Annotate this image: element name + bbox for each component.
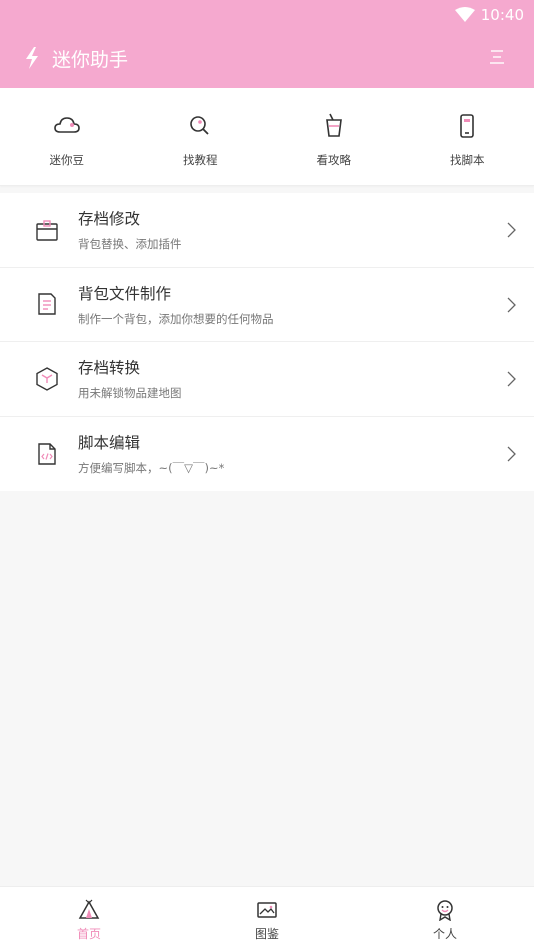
shortcut-guides[interactable]: 看攻略 [267,88,401,185]
list-item-subtitle: 背包替换、添加插件 [78,237,182,252]
list-item-text: 脚本编辑 方便编写脚本，~(￣▽￣)~* [78,431,224,476]
list-item-title: 存档修改 [78,210,141,229]
tent-icon [78,899,100,919]
shortcut-scripts[interactable]: 找脚本 [401,88,534,185]
list-item-save-edit[interactable]: 存档修改 背包替换、添加插件 [0,193,534,268]
chevron-right-icon [507,371,516,387]
title-row: 迷你助手 [24,44,128,72]
tab-label: 首页 [76,927,101,941]
chevron-right-icon [507,297,516,312]
bolt-icon [26,47,38,69]
list-item-save-convert[interactable]: 存档转换 用未解锁物品建地图 [0,342,534,417]
document-icon [38,293,56,315]
shortcut-bar: 迷你豆 找教程 看攻略 找脚本 [0,88,534,186]
shortcut-label: 找脚本 [450,153,485,167]
cloud-icon [53,117,80,133]
chevron-right-icon [507,446,516,461]
phone-icon [460,114,475,138]
tab-label: 图鉴 [254,927,279,941]
list-item-text: 存档转换 用未解锁物品建地图 [78,356,182,401]
wifi-icon [454,7,475,22]
status-bar: 10:40 [454,5,524,25]
search-icon [190,116,209,135]
list-item-text: 存档修改 背包替换、添加插件 [78,207,182,252]
bottom-tab-bar: 首页 图鉴 个人 [0,886,534,949]
list-item-backpack-file[interactable]: 背包文件制作 制作一个背包，添加你想要的任何物品 [0,268,534,342]
menu-icon[interactable] [488,48,506,66]
app-header: 10:40 迷你助手 [0,0,534,88]
shortcut-mini-beans[interactable]: 迷你豆 [0,88,134,185]
user-icon [437,900,453,921]
shortcut-tutorials[interactable]: 找教程 [134,88,268,185]
cube-icon [36,366,58,391]
tab-home[interactable]: 首页 [0,887,178,949]
tab-profile[interactable]: 个人 [356,887,534,949]
list-item-script-edit[interactable]: 脚本编辑 方便编写脚本，~(￣▽￣)~* [0,417,534,492]
chevron-right-icon [507,222,516,238]
feature-list: 存档修改 背包替换、添加插件 背包文件制作 制作一个背包，添加你想要的任何物品 … [0,193,534,491]
list-item-title: 存档转换 [78,359,141,378]
list-item-title: 背包文件制作 [78,284,172,303]
drink-icon [325,113,342,137]
list-item-subtitle: 制作一个背包，添加你想要的任何物品 [78,311,274,326]
shortcut-label: 看攻略 [316,153,352,167]
list-item-text: 背包文件制作 制作一个背包，添加你想要的任何物品 [78,282,274,327]
tab-gallery[interactable]: 图鉴 [178,887,356,949]
status-time: 10:40 [480,6,524,24]
shortcut-label: 迷你豆 [49,153,85,167]
shortcut-label: 找教程 [183,153,218,167]
image-icon [257,902,277,918]
list-item-subtitle: 方便编写脚本，~(￣▽￣)~* [78,461,225,476]
box-icon [36,220,58,241]
code-file-icon [38,443,56,465]
list-item-subtitle: 用未解锁物品建地图 [78,386,182,401]
tab-label: 个人 [432,927,457,941]
page-title: 迷你助手 [52,48,129,71]
list-item-title: 脚本编辑 [78,434,141,453]
